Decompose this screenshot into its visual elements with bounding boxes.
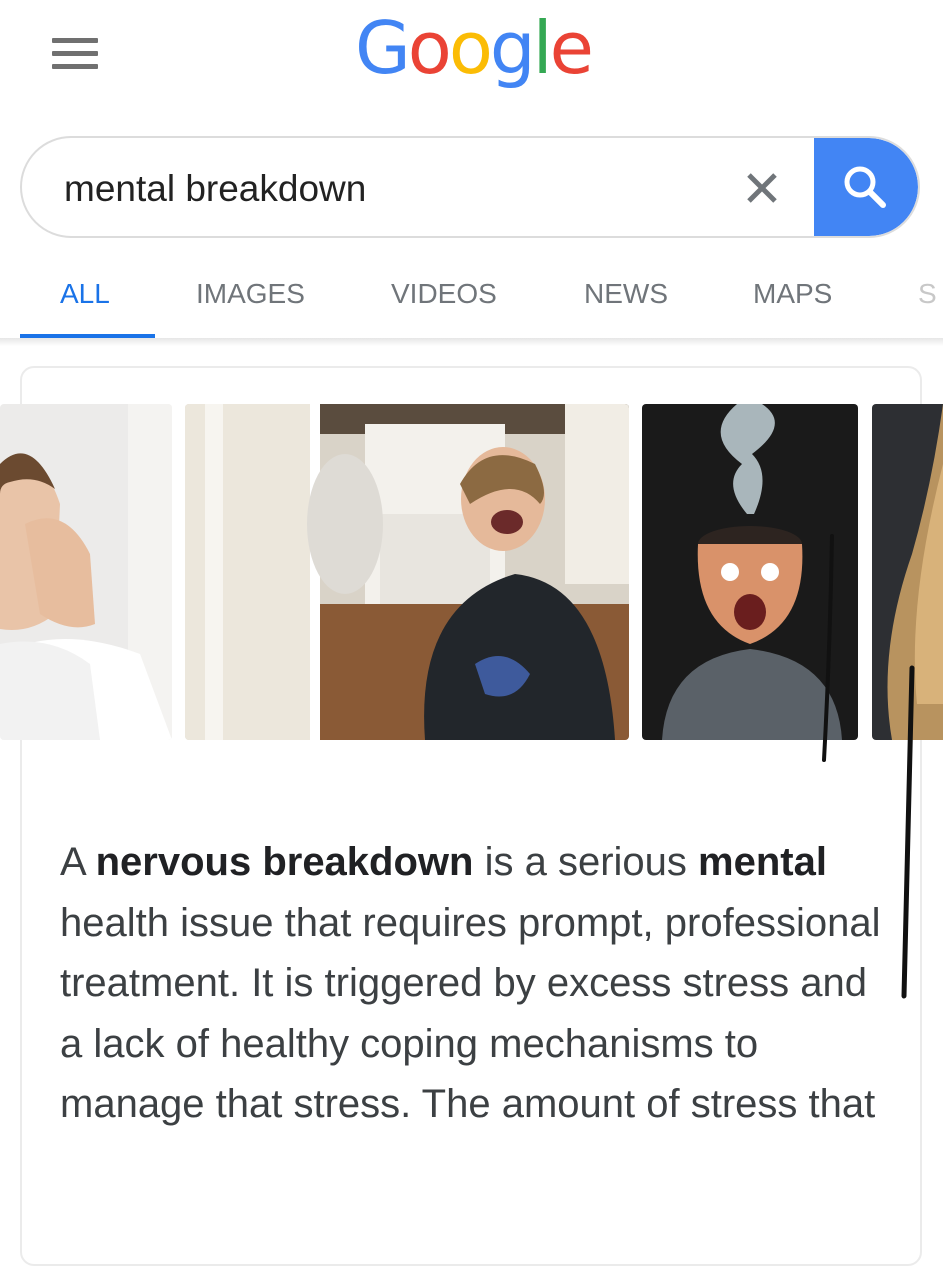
tab-shopping-partial[interactable]: S xyxy=(918,278,937,310)
logo-letter: o xyxy=(407,6,452,90)
result-snippet: A nervous breakdown is a serious mental … xyxy=(60,832,890,1135)
image-result[interactable] xyxy=(872,404,943,740)
tab-images[interactable]: IMAGES xyxy=(196,278,305,310)
top-bar: Google xyxy=(0,0,943,120)
tab-news[interactable]: NEWS xyxy=(584,278,668,310)
tabs-shadow xyxy=(0,338,943,346)
image-result[interactable] xyxy=(642,404,858,740)
logo-letter: l xyxy=(532,6,553,90)
logo-letter: G xyxy=(355,6,411,90)
search-tabs: ALL IMAGES VIDEOS NEWS MAPS S xyxy=(0,262,943,340)
logo-letter: o xyxy=(448,6,493,90)
image-result[interactable] xyxy=(185,404,629,740)
logo-letter: e xyxy=(549,6,594,90)
close-icon[interactable] xyxy=(744,170,780,206)
search-icon xyxy=(844,166,886,208)
snippet-bold: nervous breakdown xyxy=(95,840,474,884)
tab-all[interactable]: ALL xyxy=(60,278,110,310)
snippet-text: health issue that requires prompt, profe… xyxy=(60,900,881,1127)
tab-videos[interactable]: VIDEOS xyxy=(391,278,497,310)
logo-letter: g xyxy=(489,6,536,90)
search-input[interactable] xyxy=(62,158,706,220)
google-logo[interactable]: Google xyxy=(355,12,594,84)
image-result[interactable] xyxy=(0,404,172,740)
tab-maps[interactable]: MAPS xyxy=(753,278,832,310)
snippet-text: is a serious xyxy=(473,840,698,884)
snippet-text: A xyxy=(60,840,96,884)
hamburger-menu-icon[interactable] xyxy=(52,38,98,70)
search-button[interactable] xyxy=(814,138,918,236)
search-bar xyxy=(20,136,920,238)
snippet-bold: mental xyxy=(698,840,827,884)
